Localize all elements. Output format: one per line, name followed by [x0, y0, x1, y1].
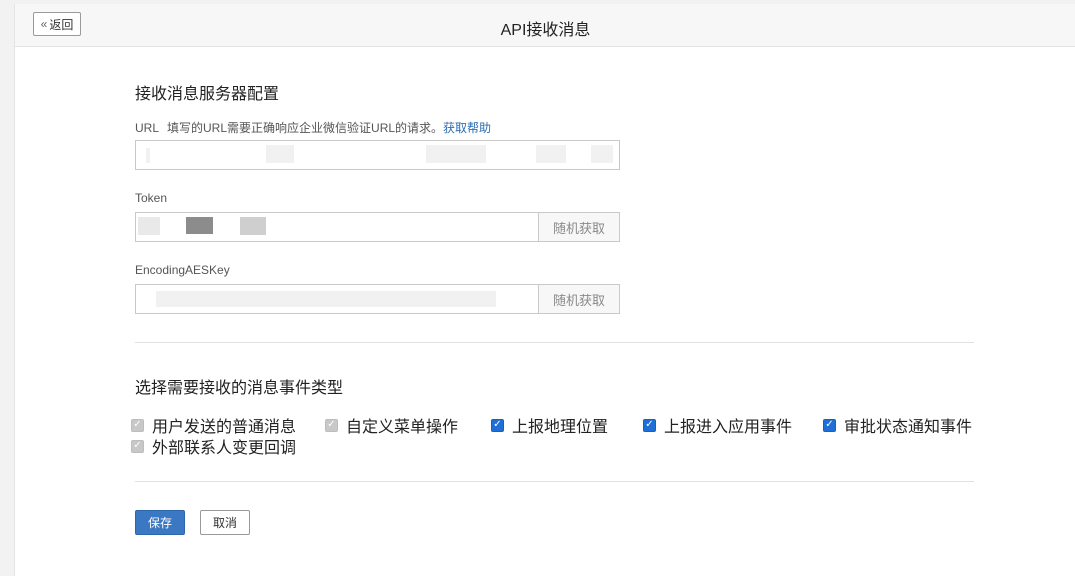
- event-checkbox-report-location[interactable]: ✓ 上报地理位置: [491, 413, 608, 437]
- event-checkbox-approval-status[interactable]: ✓ 审批状态通知事件: [823, 413, 972, 437]
- checkbox-checked-icon: ✓: [325, 418, 338, 432]
- redacted-value: [536, 145, 566, 163]
- divider: [135, 342, 974, 343]
- token-input[interactable]: [135, 212, 539, 242]
- url-label: URL: [135, 121, 160, 135]
- checkbox-checked-icon: ✓: [643, 418, 656, 432]
- checkbox-checked-icon: ✓: [491, 418, 504, 432]
- redacted-value: [266, 145, 294, 163]
- save-button[interactable]: 保存: [135, 510, 185, 535]
- events-title: 选择需要接收的消息事件类型: [135, 380, 344, 397]
- url-hint: 填写的URL需要正确响应企业微信验证URL的请求。: [167, 121, 444, 135]
- help-link[interactable]: 获取帮助: [443, 121, 491, 135]
- token-label: Token: [135, 191, 168, 205]
- redacted-value: [186, 217, 213, 234]
- aes-key-random-button[interactable]: 随机获取: [538, 284, 620, 314]
- token-random-button[interactable]: 随机获取: [538, 212, 620, 242]
- url-input[interactable]: [135, 140, 620, 170]
- aes-key-label: EncodingAESKey: [135, 263, 230, 277]
- page-header: « 返回 API接收消息: [15, 4, 1075, 47]
- event-label: 自定义菜单操作: [346, 419, 459, 436]
- event-checkbox-external-contact[interactable]: ✓ 外部联系人变更回调: [131, 434, 296, 458]
- redacted-value: [240, 217, 266, 235]
- redacted-value: [426, 145, 486, 163]
- page-title: API接收消息: [500, 22, 591, 39]
- server-config-title: 接收消息服务器配置: [135, 86, 280, 103]
- event-label: 审批状态通知事件: [844, 419, 973, 436]
- event-label: 上报进入应用事件: [664, 419, 793, 436]
- checkbox-checked-icon: ✓: [131, 439, 144, 453]
- event-checkbox-enter-app[interactable]: ✓ 上报进入应用事件: [643, 413, 792, 437]
- event-checkbox-custom-menu[interactable]: ✓ 自定义菜单操作: [325, 413, 458, 437]
- main-panel: « 返回 API接收消息 接收消息服务器配置 URL 填写的URL需要正确响应企业…: [14, 4, 1075, 576]
- aes-key-input[interactable]: [135, 284, 539, 314]
- checkbox-checked-icon: ✓: [131, 418, 144, 432]
- event-label: 上报地理位置: [512, 419, 609, 436]
- divider: [135, 481, 974, 482]
- redacted-value: [156, 291, 496, 307]
- event-label: 外部联系人变更回调: [152, 440, 297, 457]
- redacted-value: [591, 145, 613, 163]
- cancel-button[interactable]: 取消: [200, 510, 250, 535]
- url-label-row: URL 填写的URL需要正确响应企业微信验证URL的请求。获取帮助: [135, 119, 491, 136]
- redacted-value: [138, 217, 160, 235]
- checkbox-checked-icon: ✓: [823, 418, 836, 432]
- redacted-value: [146, 148, 150, 163]
